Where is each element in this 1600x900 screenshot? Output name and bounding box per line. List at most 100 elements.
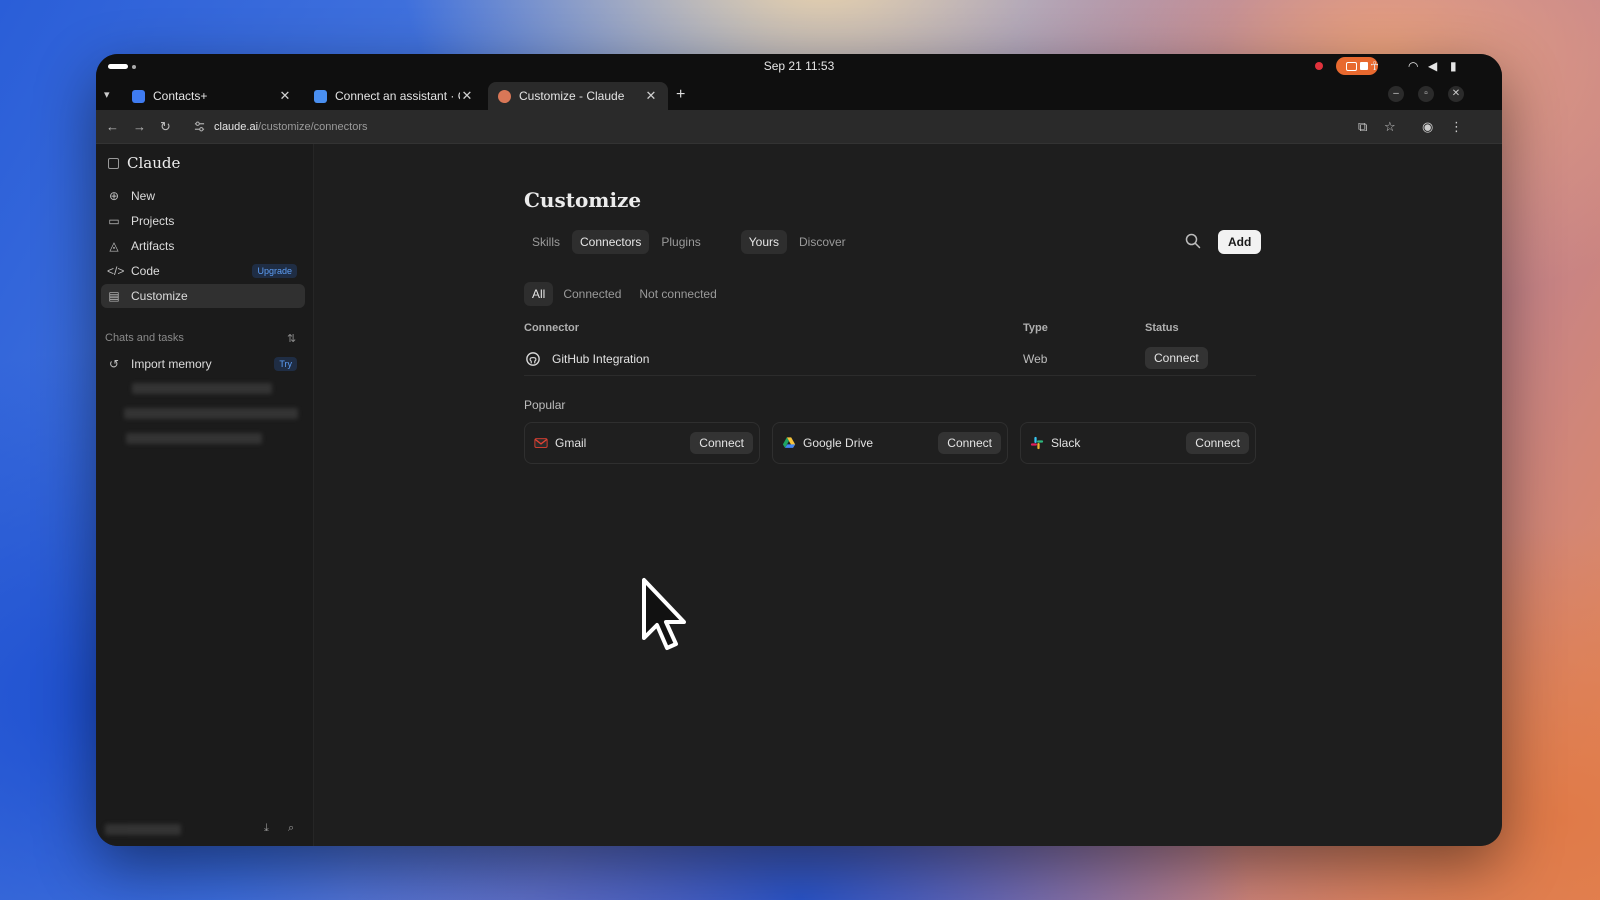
window-close-icon[interactable]: ✕ bbox=[1448, 86, 1464, 102]
url-field[interactable]: claude.ai/customize/connectors bbox=[214, 121, 367, 133]
sidebar-item-label: Artifacts bbox=[131, 239, 175, 253]
minimize-icon[interactable]: – bbox=[1388, 86, 1404, 102]
tab-connectors[interactable]: Connectors bbox=[572, 230, 650, 254]
tab-separator bbox=[713, 230, 737, 254]
sidebar-footer: ⤓ ⌕ bbox=[96, 812, 314, 846]
forward-arrow-icon[interactable]: → bbox=[133, 119, 146, 134]
recent-chat-item[interactable] bbox=[132, 383, 272, 394]
brand-logo[interactable]: Claude bbox=[127, 154, 180, 172]
install-app-icon[interactable]: ⧉ bbox=[1358, 119, 1367, 135]
sidebar-toggle-icon[interactable] bbox=[108, 158, 119, 169]
wifi-icon[interactable]: ◠ bbox=[1408, 59, 1418, 73]
filter-all[interactable]: All bbox=[524, 282, 554, 306]
sidebar-item-customize[interactable]: ▤ Customize bbox=[101, 284, 305, 308]
tab-discover[interactable]: Discover bbox=[791, 230, 854, 254]
sidebar-item-label: Import memory bbox=[131, 357, 212, 371]
page-title: Customize bbox=[524, 188, 642, 212]
search-icon[interactable]: ⌕ bbox=[288, 822, 294, 835]
accessibility-icon[interactable]: ☥ bbox=[1370, 59, 1379, 73]
close-icon[interactable]: ✕ bbox=[460, 88, 474, 104]
popular-card-slack[interactable]: Slack Connect bbox=[1020, 422, 1256, 464]
plus-icon: ⊕ bbox=[108, 189, 120, 203]
connect-button[interactable]: Connect bbox=[938, 432, 1001, 454]
slack-icon bbox=[1030, 436, 1044, 450]
connector-name: Google Drive bbox=[803, 436, 874, 450]
tab-yours[interactable]: Yours bbox=[740, 230, 787, 254]
filter-not-connected[interactable]: Not connected bbox=[631, 282, 724, 306]
os-status-bar: Sep 21 11:53 ☥ ◠ ◀ ▮ bbox=[96, 54, 1502, 78]
browser-window: Sep 21 11:53 ☥ ◠ ◀ ▮ ▾ Contacts+ ✕ Conne… bbox=[96, 54, 1502, 846]
account-avatar[interactable] bbox=[105, 824, 181, 835]
recent-chat-item[interactable] bbox=[124, 408, 298, 419]
sidebar-item-label: Projects bbox=[131, 214, 175, 228]
tab-connect-assistant[interactable]: Connect an assistant · Co ✕ bbox=[304, 82, 484, 110]
assistant-favicon-icon bbox=[314, 89, 327, 103]
section-label-chats: Chats and tasks bbox=[105, 332, 184, 344]
connect-button[interactable]: Connect bbox=[1186, 432, 1249, 454]
gmail-icon bbox=[534, 438, 548, 448]
sidebar-item-code[interactable]: </> Code Upgrade bbox=[101, 259, 305, 283]
search-icon[interactable] bbox=[1184, 232, 1202, 250]
chats-filter-icon[interactable]: ⇅ bbox=[287, 332, 296, 345]
volume-icon[interactable]: ◀ bbox=[1428, 59, 1437, 73]
connector-type: Web bbox=[1023, 352, 1048, 366]
sidebar-item-projects[interactable]: ▭ Projects bbox=[101, 209, 305, 233]
connect-button[interactable]: Connect bbox=[1145, 347, 1208, 369]
github-icon bbox=[526, 352, 540, 366]
table-row: GitHub Integration Web Connect bbox=[524, 344, 1256, 376]
browser-menu-icon[interactable]: ⋮ bbox=[1450, 119, 1463, 135]
contacts-favicon-icon bbox=[132, 89, 145, 103]
connector-name: Slack bbox=[1051, 436, 1081, 450]
upgrade-badge[interactable]: Upgrade bbox=[252, 264, 297, 278]
popular-card-google-drive[interactable]: Google Drive Connect bbox=[772, 422, 1008, 464]
column-header-connector: Connector bbox=[524, 322, 579, 334]
connection-filters: All Connected Not connected bbox=[524, 282, 725, 306]
tab-skills[interactable]: Skills bbox=[524, 230, 568, 254]
customize-tabs: Skills Connectors Plugins Yours Discover bbox=[524, 230, 854, 254]
recent-chat-item[interactable] bbox=[126, 433, 262, 444]
connect-button[interactable]: Connect bbox=[690, 432, 753, 454]
google-drive-icon bbox=[782, 437, 796, 448]
url-path: /customize/connectors bbox=[258, 121, 368, 133]
popular-card-gmail[interactable]: Gmail Connect bbox=[524, 422, 760, 464]
close-icon[interactable]: ✕ bbox=[644, 88, 658, 104]
back-arrow-icon[interactable]: ← bbox=[106, 119, 119, 134]
connector-name: Gmail bbox=[555, 436, 587, 450]
history-icon: ↺ bbox=[108, 357, 120, 371]
tab-contacts[interactable]: Contacts+ ✕ bbox=[122, 82, 302, 110]
url-host: claude.ai bbox=[214, 121, 259, 133]
clock: Sep 21 11:53 bbox=[763, 59, 835, 73]
page-content: Claude ⊕ New ▭ Projects ◬ Artifacts </> … bbox=[96, 144, 1502, 846]
try-badge[interactable]: Try bbox=[274, 357, 297, 371]
tab-title: Customize - Claude bbox=[519, 89, 625, 103]
folder-icon: ▭ bbox=[108, 214, 120, 228]
battery-icon[interactable]: ▮ bbox=[1450, 59, 1457, 73]
close-icon[interactable]: ✕ bbox=[278, 88, 292, 104]
profile-icon[interactable]: ◉ bbox=[1422, 119, 1433, 135]
add-button[interactable]: Add bbox=[1218, 230, 1262, 254]
restore-icon[interactable]: ▫ bbox=[1418, 86, 1434, 102]
sidebar-item-import-memory[interactable]: ↺ Import memory Try bbox=[101, 352, 305, 376]
sidebar: Claude ⊕ New ▭ Projects ◬ Artifacts </> … bbox=[96, 144, 314, 846]
bookmark-star-icon[interactable]: ☆ bbox=[1384, 119, 1396, 135]
site-settings-icon[interactable] bbox=[194, 121, 205, 132]
sidebar-item-label: Code bbox=[131, 264, 160, 278]
briefcase-icon: ▤ bbox=[108, 289, 120, 303]
sidebar-item-label: New bbox=[131, 189, 156, 203]
new-tab-plus-icon[interactable]: + bbox=[676, 86, 685, 104]
reload-icon[interactable]: ↻ bbox=[160, 119, 171, 135]
tab-title: Connect an assistant · Co bbox=[335, 89, 460, 103]
tab-search-chevron-icon[interactable]: ▾ bbox=[104, 88, 110, 101]
claude-favicon-icon bbox=[498, 89, 511, 103]
sidebar-item-new[interactable]: ⊕ New bbox=[101, 184, 305, 208]
sidebar-item-artifacts[interactable]: ◬ Artifacts bbox=[101, 234, 305, 258]
tab-customize-claude[interactable]: Customize - Claude ✕ bbox=[488, 82, 668, 110]
tab-plugins[interactable]: Plugins bbox=[653, 230, 708, 254]
sidebar-item-label: Customize bbox=[131, 289, 188, 303]
download-icon[interactable]: ⤓ bbox=[264, 822, 269, 835]
column-header-status: Status bbox=[1145, 322, 1179, 334]
main-panel: Customize Skills Connectors Plugins Your… bbox=[314, 144, 1502, 846]
filter-connected[interactable]: Connected bbox=[555, 282, 629, 306]
code-icon: </> bbox=[107, 264, 125, 278]
address-bar: ← → ↻ claude.ai/customize/connectors ⧉ ☆… bbox=[96, 110, 1502, 144]
